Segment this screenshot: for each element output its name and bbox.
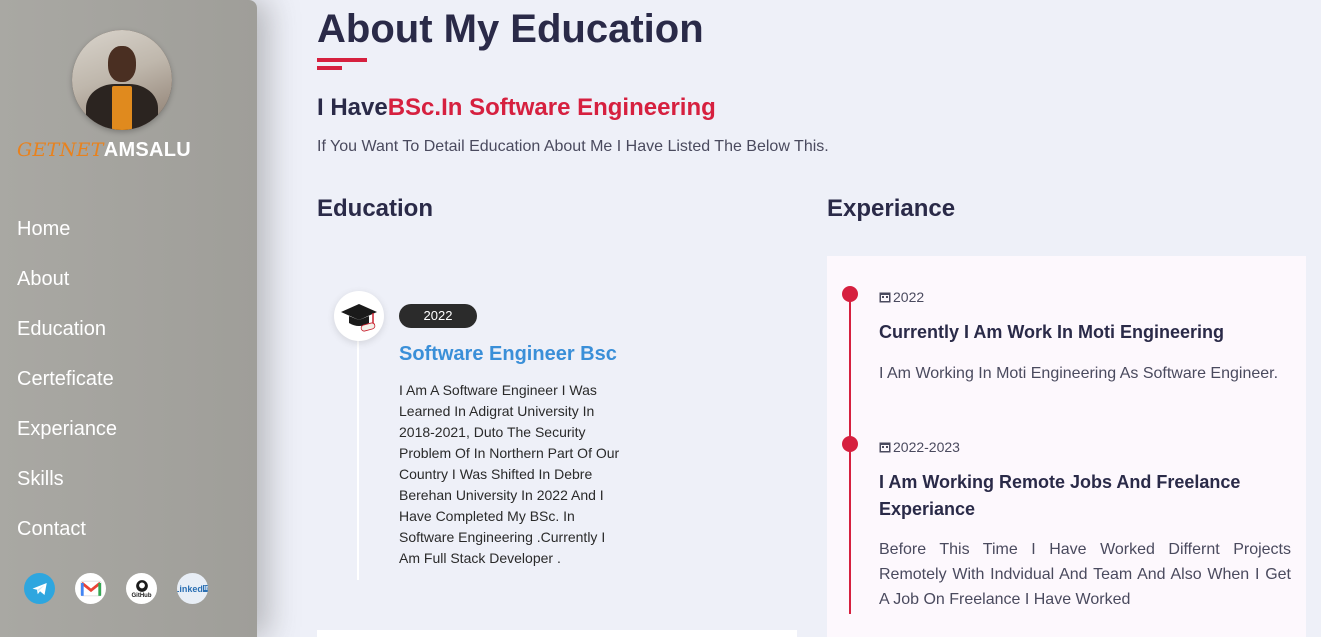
- nav-item-skills[interactable]: Skills: [17, 465, 117, 515]
- graduation-cap-icon: [334, 291, 384, 341]
- github-icon-label: GitHub: [131, 592, 152, 599]
- linkedin-icon[interactable]: Linked in: [177, 573, 208, 604]
- calendar-icon: [879, 292, 891, 303]
- experience-description: Before This Time I Have Worked Differnt …: [879, 541, 1291, 608]
- brand-name: GETNETAMSALU: [17, 139, 191, 162]
- nav-item-about[interactable]: About: [17, 265, 117, 315]
- subheading-degree: BSc.In Software Engineering: [387, 94, 716, 121]
- sidebar: GETNETAMSALU Home About Education Certef…: [0, 0, 257, 637]
- title-underline: [317, 58, 367, 62]
- title-underline-short: [317, 66, 342, 70]
- experience-heading: Experiance: [827, 195, 956, 222]
- nav-item-home[interactable]: Home: [17, 215, 117, 265]
- main-content: About My Education I HaveBSc.In Software…: [317, 0, 1321, 637]
- education-title: Software Engineer Bsc: [399, 343, 617, 365]
- education-heading: Education: [317, 195, 434, 222]
- brand-first-name: GETNET: [17, 139, 104, 161]
- nav-item-contact[interactable]: Contact: [17, 515, 117, 565]
- telegram-icon[interactable]: [24, 573, 55, 604]
- nav-item-certificate[interactable]: Certeficate: [17, 365, 117, 415]
- education-timeline-line: [357, 330, 359, 580]
- github-icon[interactable]: GitHub: [126, 573, 157, 604]
- social-links: GitHub Linked in: [24, 573, 208, 604]
- experience-date-text: 2022-2023: [893, 439, 960, 455]
- timeline-dot: [842, 286, 858, 302]
- calendar-icon: [879, 442, 891, 453]
- experience-timeline-line: [849, 294, 851, 614]
- education-description: I Am A Software Engineer I Was Learned I…: [399, 382, 620, 566]
- timeline-dot: [842, 436, 858, 452]
- experience-date-text: 2022: [893, 289, 925, 305]
- nav-item-education[interactable]: Education: [17, 315, 117, 365]
- education-year-badge: 2022: [399, 304, 477, 328]
- experience-card: 2022 Currently I Am Work In Moti Enginee…: [827, 256, 1306, 637]
- linkedin-icon-label: Linked: [177, 583, 203, 594]
- brand-last-name: AMSALU: [103, 139, 192, 161]
- education-next-card: [317, 630, 797, 637]
- intro-text: If You Want To Detail Education About Me…: [317, 138, 829, 155]
- nav-item-experience[interactable]: Experiance: [17, 415, 117, 465]
- experience-title: Currently I Am Work In Moti Engineering: [879, 322, 1225, 342]
- page-title: About My Education: [317, 7, 704, 51]
- subheading-prefix: I Have: [317, 94, 388, 121]
- experience-date: 2022: [879, 289, 924, 305]
- linkedin-in-glyph: in: [202, 585, 208, 592]
- avatar: [72, 30, 172, 130]
- experience-date: 2022-2023: [879, 439, 960, 455]
- experience-description: I Am Working In Moti Engineering As Soft…: [879, 365, 1279, 382]
- gmail-icon[interactable]: [75, 573, 106, 604]
- subheading: I HaveBSc.In Software Engineering: [317, 94, 716, 122]
- experience-title: I Am Working Remote Jobs And Freelance E…: [879, 472, 1241, 519]
- sidebar-nav: Home About Education Certeficate Experia…: [17, 215, 117, 565]
